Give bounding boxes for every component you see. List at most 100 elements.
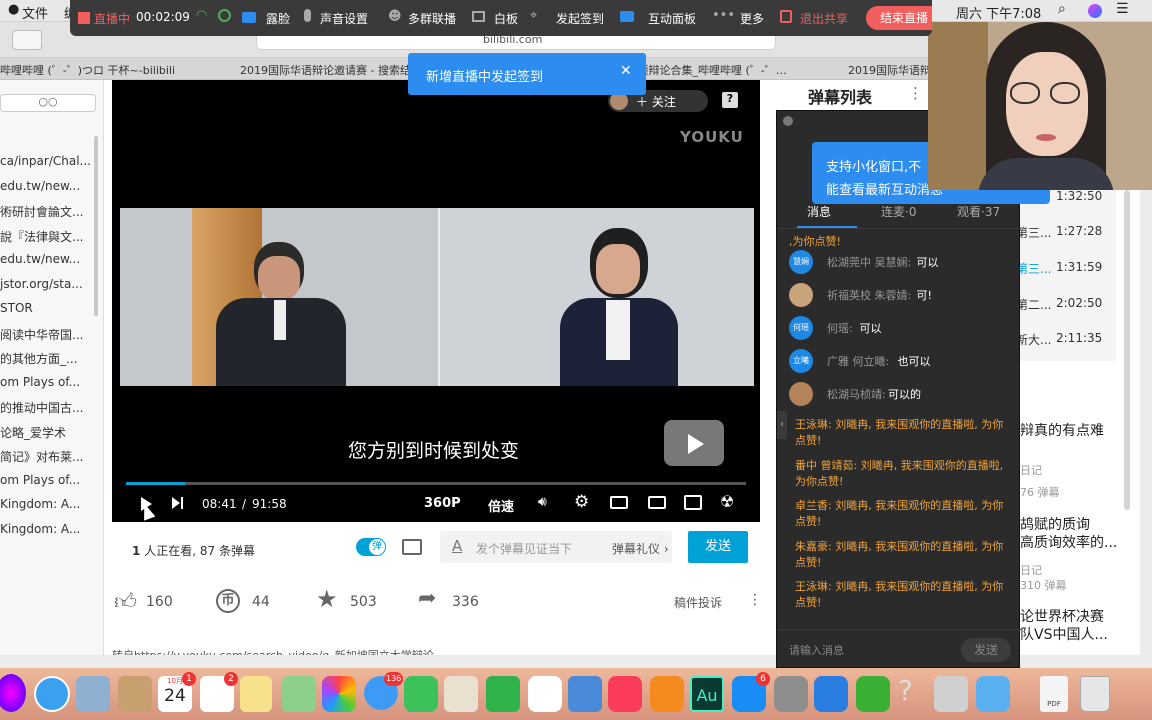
webcam-preview[interactable] <box>928 22 1152 190</box>
chat-send-button[interactable]: 发送 <box>961 638 1011 662</box>
books-icon[interactable] <box>650 676 684 712</box>
audition-icon[interactable]: Au <box>690 676 724 712</box>
photos-icon[interactable] <box>322 676 356 712</box>
reading-list-item[interactable]: om Plays of... <box>0 473 92 487</box>
chat-input[interactable]: 请输入消息 <box>789 642 844 658</box>
tab-messages[interactable]: 消息 <box>807 203 831 220</box>
spotlight-icon[interactable]: ⌕ <box>1058 1 1066 17</box>
notes-icon[interactable] <box>240 676 272 712</box>
danmaku-mode-icon[interactable]: ☢ <box>720 492 734 511</box>
whiteboard-button[interactable]: 白板 <box>494 10 518 27</box>
danmaku-toggle[interactable]: 弹 <box>356 538 386 556</box>
settings-icon[interactable]: ⚙ <box>574 492 589 512</box>
mic-icon[interactable] <box>304 9 311 22</box>
safari-icon[interactable] <box>34 676 70 712</box>
reading-list-item[interactable]: om Plays of... <box>0 375 92 389</box>
multicast-icon[interactable]: ☻ <box>388 9 402 24</box>
reading-list-search[interactable]: ○○ <box>0 94 96 112</box>
widescreen-icon[interactable] <box>648 496 666 509</box>
exit-share-icon[interactable] <box>780 10 792 23</box>
toast-close-icon[interactable]: ✕ <box>620 63 632 79</box>
chat-avatar[interactable] <box>789 283 813 307</box>
baidu-netdisk-icon[interactable] <box>528 676 562 712</box>
keynote-icon[interactable] <box>568 676 602 712</box>
reading-list-scrollbar[interactable] <box>94 136 98 316</box>
contacts-icon[interactable] <box>118 676 152 712</box>
audio-settings-button[interactable]: 声音设置 <box>320 10 368 27</box>
maps-icon[interactable] <box>282 676 316 712</box>
reading-list-item[interactable]: 阅读中华帝国... <box>0 326 92 343</box>
toggle-camera-button[interactable]: 露脸 <box>266 10 290 27</box>
danmaku-settings-icon[interactable] <box>402 539 422 555</box>
reading-list-item[interactable]: Kingdom: A... <box>0 522 92 536</box>
menubar-clock[interactable]: 周六 下午7:08 <box>956 3 1041 22</box>
end-live-button[interactable]: 结束直播 <box>866 6 932 30</box>
more-icon[interactable]: ⋮ <box>748 592 762 608</box>
window-close-dot[interactable] <box>783 116 793 126</box>
wechat-icon[interactable] <box>856 676 890 712</box>
pip-icon[interactable] <box>610 496 628 509</box>
quality-button[interactable]: 360P <box>424 496 461 511</box>
numbers-icon[interactable] <box>486 676 520 712</box>
lark-icon[interactable] <box>814 676 848 712</box>
tab-search[interactable]: 2019国际华语辩论邀请赛 - 搜索结果 <box>240 62 415 78</box>
tab-mic[interactable]: 连麦·0 <box>881 203 916 220</box>
report-link[interactable]: 稿件投诉 <box>674 594 722 611</box>
reading-list-item[interactable]: 论略_爱学术 <box>0 424 92 441</box>
progress-track[interactable] <box>126 482 746 485</box>
chat-avatar[interactable]: 立曦 <box>789 349 813 373</box>
help-dock-icon[interactable]: ? <box>898 674 913 707</box>
reading-list-item[interactable]: 說『法律與文... <box>0 228 92 245</box>
menu-file[interactable]: 文件 <box>22 3 48 22</box>
danmaku-etiquette-link[interactable]: 弹幕礼仪 › <box>612 540 669 557</box>
fullscreen-icon[interactable] <box>684 495 702 510</box>
preview-icon[interactable] <box>76 676 110 712</box>
danmaku-input[interactable]: A 发个弹幕见证当下 弹幕礼仪 › <box>440 531 672 563</box>
whiteboard-icon[interactable] <box>472 11 485 22</box>
reading-list-item[interactable]: STOR <box>0 301 92 315</box>
location-icon[interactable]: ⌖ <box>530 8 537 23</box>
chat-avatar[interactable] <box>789 382 813 406</box>
reading-list-item[interactable]: ca/inpar/Chal... <box>0 154 92 168</box>
chat-avatar[interactable]: 慧娴 <box>789 250 813 274</box>
control-center-icon[interactable]: ☰ <box>1116 1 1129 17</box>
multicast-button[interactable]: 多群联播 <box>408 10 456 27</box>
reading-list-item[interactable]: 術研討會論文... <box>0 203 92 220</box>
speed-button[interactable]: 倍速 <box>488 496 514 515</box>
music-icon[interactable] <box>608 676 642 712</box>
tab-intl[interactable]: 2019国际华语辩 <box>848 62 928 78</box>
reading-list-item[interactable]: jstor.org/sta... <box>0 277 92 291</box>
apple-icon[interactable]: ● <box>8 2 19 17</box>
rec-title[interactable]: 论世界杯决赛 <box>1020 606 1104 626</box>
danmaku-list-more-icon[interactable]: ⋮ <box>908 84 923 102</box>
facetime-icon[interactable] <box>404 676 438 712</box>
chat-avatar[interactable]: 何瑶 <box>789 316 813 340</box>
share-icon[interactable]: ➦ <box>418 586 436 611</box>
volume-icon[interactable]: 🔊︎ <box>538 494 547 510</box>
rec-title[interactable]: 高质询效率的... <box>1020 532 1117 552</box>
danmaku-send-button[interactable]: 发送 <box>688 531 748 563</box>
rec-title[interactable]: 鸪赋的质询 <box>1020 514 1090 534</box>
reading-list-item[interactable]: 简记》对布莱... <box>0 448 92 465</box>
sidebar-toggle-icon[interactable] <box>12 30 42 50</box>
rec-title[interactable]: 队VS中国人... <box>1020 624 1108 644</box>
reading-list-item[interactable]: edu.tw/new... <box>0 252 92 266</box>
rec-title[interactable]: 辩真的有点难 <box>1020 420 1104 440</box>
camera-icon[interactable] <box>242 12 256 23</box>
chat-panel-icon[interactable] <box>620 11 634 22</box>
reading-list-item[interactable]: 的其他方面_... <box>0 350 92 367</box>
more-dots-icon[interactable]: ••• <box>712 8 735 23</box>
reading-list-item[interactable]: edu.tw/new... <box>0 179 92 193</box>
video-player[interactable]: ＋ 关注 ? YOUKU 您方别到时候到处变 08:41 / 91:58 360… <box>112 80 760 522</box>
favorite-icon[interactable]: ★ <box>316 585 338 613</box>
right-scrollbar[interactable] <box>1124 190 1130 510</box>
reading-list-item[interactable]: Kingdom: A... <box>0 497 92 511</box>
like-icon[interactable]: 👍︎ <box>114 588 137 615</box>
tab-bilibili[interactable]: 哔哩哔哩 (゜-゜)つロ 干杯~-bilibili <box>0 62 215 78</box>
tasks-icon[interactable] <box>444 676 478 712</box>
pdf-file-icon[interactable]: PDF <box>1040 676 1068 712</box>
siri-icon[interactable] <box>1088 4 1102 18</box>
more-button[interactable]: 更多 <box>740 10 764 27</box>
system-prefs-icon[interactable] <box>774 676 808 712</box>
interaction-panel-button[interactable]: 互动面板 <box>648 10 696 27</box>
